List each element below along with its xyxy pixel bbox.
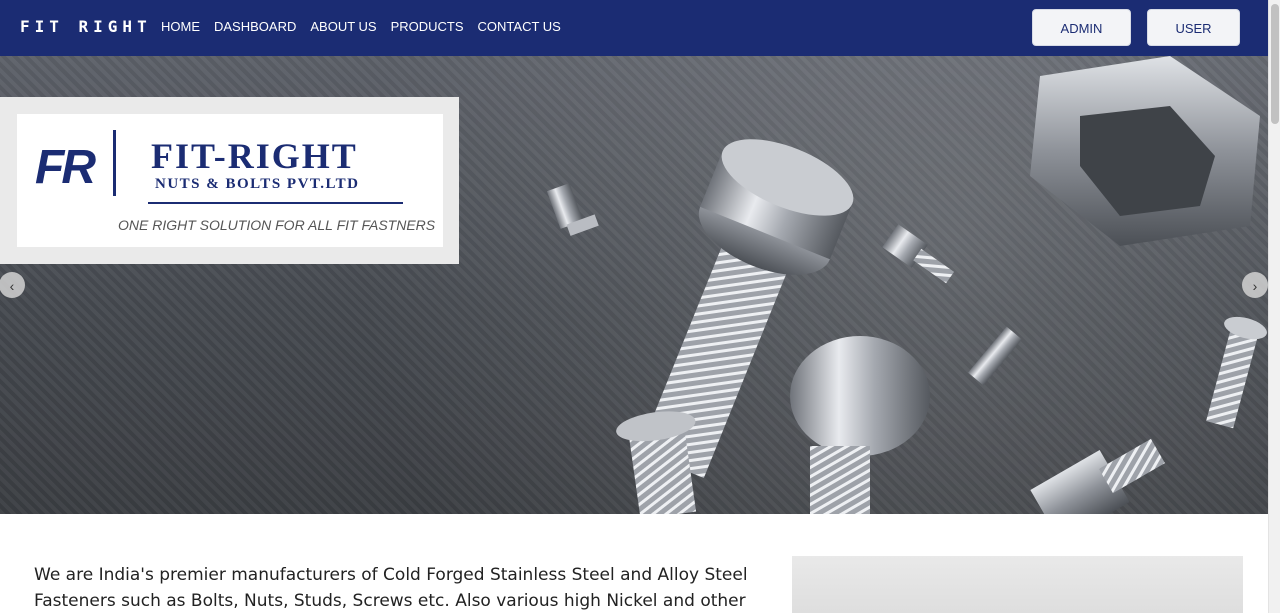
scrollbar-thumb[interactable] — [1271, 4, 1279, 124]
user-login-button[interactable]: USER LOGIN — [1147, 9, 1240, 73]
page-scrollbar[interactable] — [1268, 0, 1280, 613]
nav-link-products[interactable]: PRODUCTS — [391, 19, 464, 34]
logo-title: FIT-RIGHT — [151, 136, 358, 176]
nav-link-home[interactable]: HOME — [161, 19, 200, 34]
product-image — [792, 556, 1243, 613]
company-logo-panel: FR FIT-RIGHT NUTS & BOLTS PVT.LTD ONE RI… — [0, 97, 459, 264]
carousel-next-button[interactable]: › — [1242, 272, 1268, 298]
nav-link-contact-us[interactable]: CONTACT US — [478, 19, 561, 34]
carousel-prev-button[interactable]: ‹ — [0, 272, 25, 298]
top-navbar: FIT RIGHT HOME DASHBOARD ABOUT US PRODUC… — [0, 0, 1268, 73]
logo-mark: FR — [35, 141, 96, 194]
nav-link-about-us[interactable]: ABOUT US — [310, 19, 376, 34]
admin-login-button[interactable]: ADMIN LOGIN — [1032, 9, 1131, 73]
company-logo: FR FIT-RIGHT NUTS & BOLTS PVT.LTD ONE RI… — [17, 114, 443, 247]
nav-link-dashboard[interactable]: DASHBOARD — [214, 19, 296, 34]
hero-carousel: FR FIT-RIGHT NUTS & BOLTS PVT.LTD ONE RI… — [0, 56, 1268, 514]
logo-divider — [113, 130, 116, 196]
logo-subtitle: NUTS & BOLTS PVT.LTD — [155, 176, 360, 192]
logo-tagline: ONE RIGHT SOLUTION FOR ALL FIT FASTNERS — [118, 217, 436, 233]
nav-links: HOME DASHBOARD ABOUT US PRODUCTS CONTACT… — [161, 19, 575, 34]
logo-underline — [148, 202, 403, 204]
brand-logo[interactable]: FIT RIGHT — [20, 17, 152, 36]
intro-paragraph: We are India's premier manufacturers of … — [34, 565, 748, 611]
